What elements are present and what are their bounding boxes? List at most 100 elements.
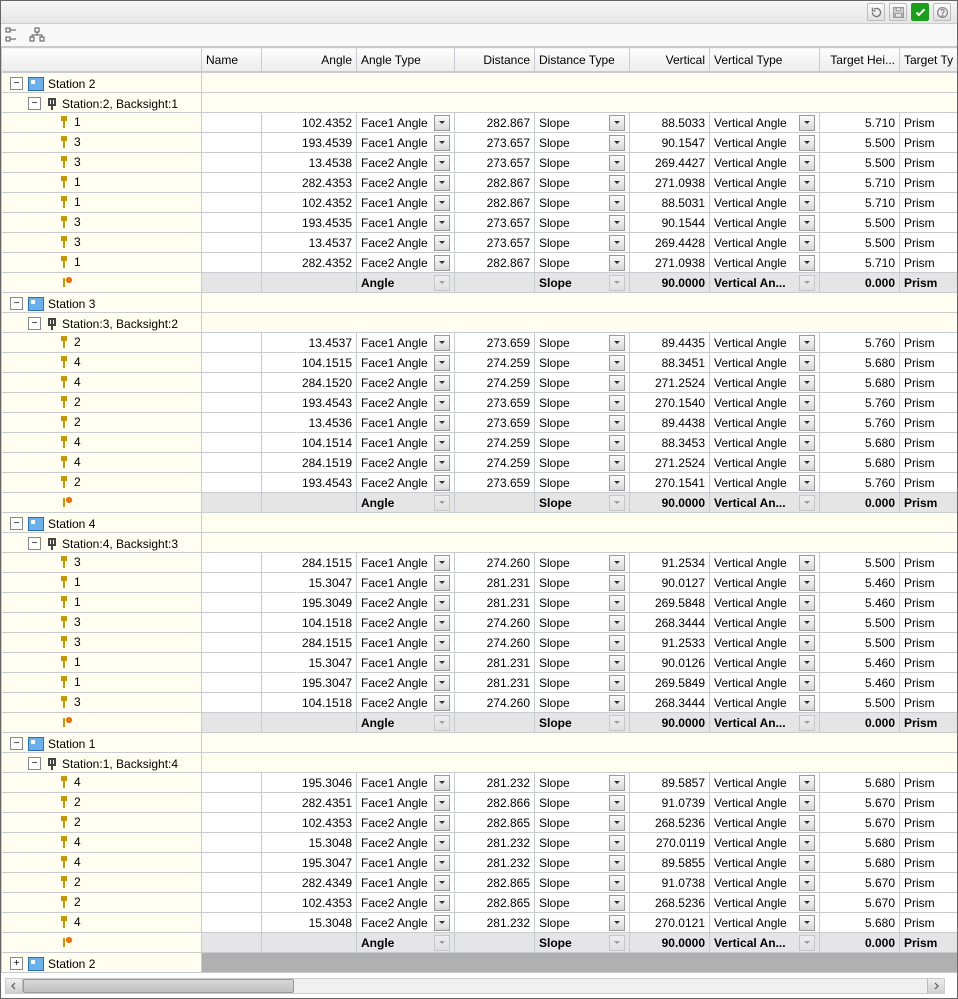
vertical-type-cell[interactable]: Vertical Angle	[710, 193, 820, 213]
target-height-cell[interactable]: 5.680	[820, 833, 900, 853]
dropdown[interactable]: Slope	[539, 915, 625, 931]
chevron-down-icon[interactable]	[434, 615, 450, 631]
collapse-toggle[interactable]: −	[10, 77, 23, 90]
chevron-down-icon[interactable]	[799, 615, 815, 631]
chevron-down-icon[interactable]	[799, 835, 815, 851]
dropdown[interactable]: Slope	[539, 935, 625, 951]
chevron-down-icon[interactable]	[799, 555, 815, 571]
distance-cell[interactable]: 273.657	[455, 213, 535, 233]
chevron-down-icon[interactable]	[434, 635, 450, 651]
summary-row[interactable]: Angle Slope 90.0000 Vertical An... 0.000…	[2, 713, 958, 733]
name-cell[interactable]	[202, 373, 262, 393]
distance-type-cell[interactable]: Slope	[535, 693, 630, 713]
dropdown[interactable]: Face2 Angle	[361, 235, 450, 251]
angle-type-cell[interactable]: Face2 Angle	[357, 813, 455, 833]
distance-type-cell[interactable]: Slope	[535, 353, 630, 373]
distance-type-cell[interactable]: Slope	[535, 173, 630, 193]
chevron-down-icon[interactable]	[609, 415, 625, 431]
dropdown[interactable]: Vertical Angle	[714, 695, 815, 711]
col-angle-type[interactable]: Angle Type	[357, 48, 455, 72]
observation-row[interactable]: 1 102.4352 Face1 Angle 282.867 Slope 88.…	[2, 193, 958, 213]
angle-cell[interactable]: 13.4537	[262, 233, 357, 253]
col-target-height[interactable]: Target Hei...	[820, 48, 900, 72]
angle-type-cell[interactable]: Face1 Angle	[357, 353, 455, 373]
dropdown[interactable]: Slope	[539, 335, 625, 351]
backsight-row[interactable]: −Station:2, Backsight:1	[2, 93, 958, 113]
distance-type-cell[interactable]: Slope	[535, 413, 630, 433]
distance-cell[interactable]: 281.231	[455, 593, 535, 613]
chevron-down-icon[interactable]	[434, 595, 450, 611]
chevron-down-icon[interactable]	[799, 395, 815, 411]
vertical-cell[interactable]: 269.4428	[630, 233, 710, 253]
angle-type-cell[interactable]: Face2 Angle	[357, 833, 455, 853]
angle-type-cell[interactable]: Face1 Angle	[357, 853, 455, 873]
dropdown[interactable]: Vertical Angle	[714, 795, 815, 811]
dropdown[interactable]: Slope	[539, 375, 625, 391]
distance-cell[interactable]: 274.260	[455, 633, 535, 653]
chevron-down-icon[interactable]	[434, 855, 450, 871]
collapse-toggle[interactable]: −	[10, 737, 23, 750]
target-type-cell[interactable]: Prism	[900, 693, 958, 713]
vertical-type-cell[interactable]: Vertical Angle	[710, 613, 820, 633]
observation-row[interactable]: 4 104.1514 Face1 Angle 274.259 Slope 88.…	[2, 433, 958, 453]
target-type-cell[interactable]: Prism	[900, 453, 958, 473]
name-cell[interactable]	[202, 793, 262, 813]
observation-row[interactable]: 3 104.1518 Face2 Angle 274.260 Slope 268…	[2, 613, 958, 633]
vertical-cell[interactable]: 88.5031	[630, 193, 710, 213]
observation-row[interactable]: 2 102.4353 Face2 Angle 282.865 Slope 268…	[2, 893, 958, 913]
angle-type-cell[interactable]: Face1 Angle	[357, 193, 455, 213]
observation-row[interactable]: 3 193.4535 Face1 Angle 273.657 Slope 90.…	[2, 213, 958, 233]
distance-type-cell[interactable]: Slope	[535, 213, 630, 233]
chevron-down-icon[interactable]	[609, 455, 625, 471]
chevron-down-icon[interactable]	[434, 575, 450, 591]
target-height-cell[interactable]: 5.710	[820, 253, 900, 273]
name-cell[interactable]	[202, 773, 262, 793]
name-cell[interactable]	[202, 453, 262, 473]
angle-type-cell[interactable]: Face2 Angle	[357, 373, 455, 393]
summary-row[interactable]: Angle Slope 90.0000 Vertical An... 0.000…	[2, 933, 958, 953]
chevron-down-icon[interactable]	[799, 135, 815, 151]
name-cell[interactable]	[202, 133, 262, 153]
distance-cell[interactable]: 282.867	[455, 193, 535, 213]
chevron-down-icon[interactable]	[799, 575, 815, 591]
chevron-down-icon[interactable]	[799, 475, 815, 491]
dropdown[interactable]: Vertical Angle	[714, 595, 815, 611]
observation-row[interactable]: 3 104.1518 Face2 Angle 274.260 Slope 268…	[2, 693, 958, 713]
chevron-down-icon[interactable]	[799, 355, 815, 371]
angle-type-cell[interactable]: Face1 Angle	[357, 553, 455, 573]
target-type-cell[interactable]: Prism	[900, 813, 958, 833]
angle-cell[interactable]: 195.3046	[262, 773, 357, 793]
distance-cell[interactable]: 281.232	[455, 913, 535, 933]
distance-type-cell[interactable]: Slope	[535, 233, 630, 253]
target-type-cell[interactable]: Prism	[900, 193, 958, 213]
observation-row[interactable]: 2 193.4543 Face2 Angle 273.659 Slope 270…	[2, 473, 958, 493]
chevron-down-icon[interactable]	[434, 915, 450, 931]
chevron-down-icon[interactable]	[609, 555, 625, 571]
vertical-type-cell[interactable]: Vertical Angle	[710, 813, 820, 833]
observation-row[interactable]: 4 15.3048 Face2 Angle 281.232 Slope 270.…	[2, 913, 958, 933]
chevron-down-icon[interactable]	[799, 915, 815, 931]
dropdown[interactable]: Face2 Angle	[361, 615, 450, 631]
distance-type-cell[interactable]: Slope	[535, 433, 630, 453]
chevron-down-icon[interactable]	[609, 575, 625, 591]
dropdown[interactable]: Angle	[361, 495, 450, 511]
dropdown[interactable]: Vertical Angle	[714, 835, 815, 851]
chevron-down-icon[interactable]	[799, 335, 815, 351]
chevron-down-icon[interactable]	[609, 375, 625, 391]
target-type-cell[interactable]: Prism	[900, 833, 958, 853]
vertical-cell[interactable]: 270.0121	[630, 913, 710, 933]
observation-row[interactable]: 2 282.4351 Face1 Angle 282.866 Slope 91.…	[2, 793, 958, 813]
dropdown[interactable]: Face1 Angle	[361, 855, 450, 871]
angle-cell[interactable]: 282.4349	[262, 873, 357, 893]
vertical-cell[interactable]: 271.0938	[630, 173, 710, 193]
chevron-down-icon[interactable]	[609, 195, 625, 211]
vertical-type-cell[interactable]: Vertical Angle	[710, 873, 820, 893]
vertical-cell[interactable]: 271.0938	[630, 253, 710, 273]
dropdown[interactable]: Vertical Angle	[714, 875, 815, 891]
target-type-cell[interactable]: Prism	[900, 793, 958, 813]
target-height-cell[interactable]: 5.500	[820, 693, 900, 713]
chevron-down-icon[interactable]	[609, 895, 625, 911]
target-type-cell[interactable]: Prism	[900, 253, 958, 273]
angle-type-cell[interactable]: Face1 Angle	[357, 633, 455, 653]
distance-type-cell[interactable]: Slope	[535, 653, 630, 673]
